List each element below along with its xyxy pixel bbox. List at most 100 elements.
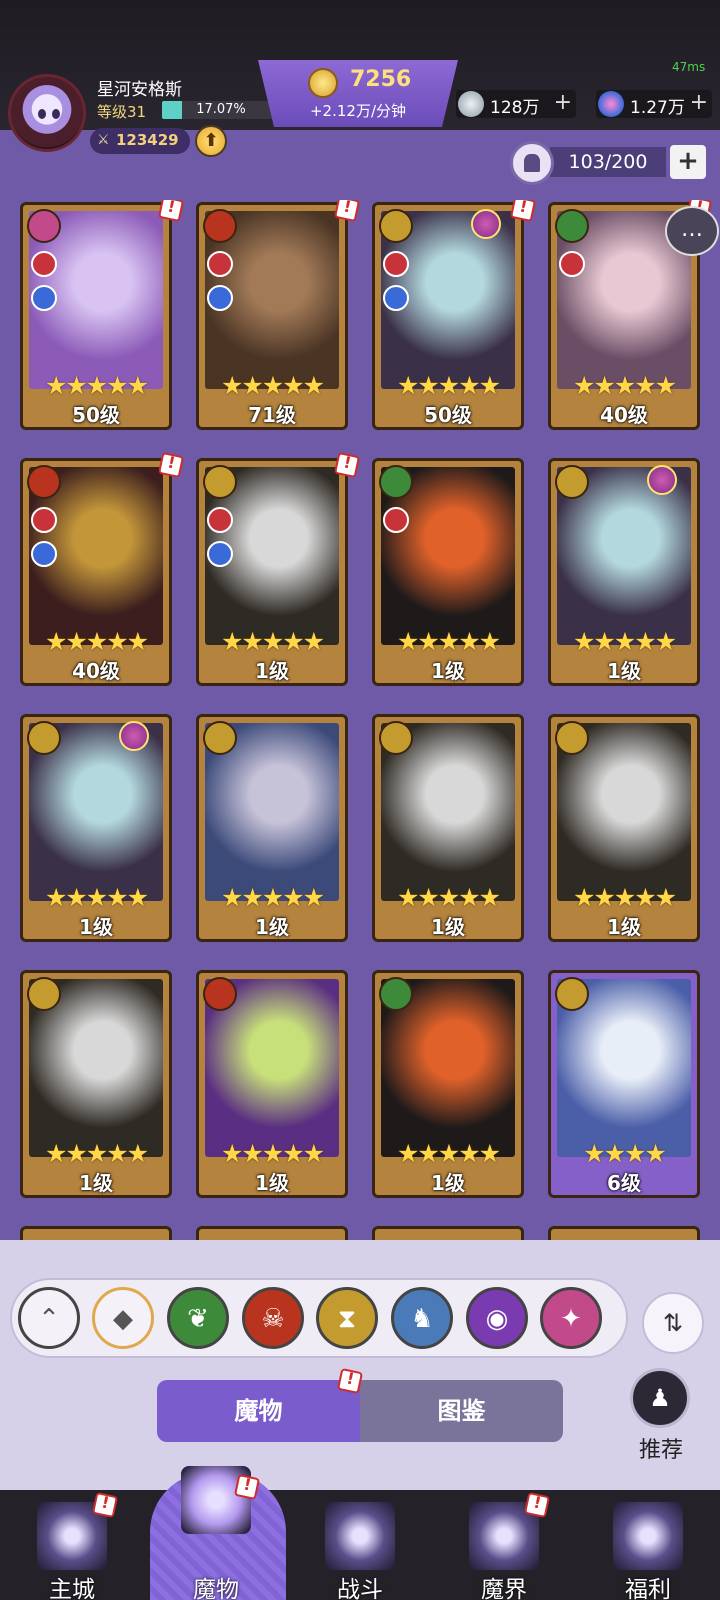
attack-role-icon [383, 507, 409, 533]
monster-card[interactable]: ★★★★★ 1级 [548, 458, 700, 686]
filter-area: ⌃◆❦☠⧗♞◉✦ ⇅ 魔物 图鉴 ♟ 推荐 [0, 1240, 720, 1490]
player-avatar[interactable] [8, 74, 86, 152]
sort-button[interactable]: ⇅ [642, 1292, 704, 1354]
monster-card[interactable] [372, 1226, 524, 1240]
skill-badge-icon [471, 209, 501, 239]
silver-currency[interactable]: 128万 + [456, 90, 576, 118]
monster-card[interactable] [196, 1226, 348, 1240]
star-rating: ★★★★★ [220, 627, 325, 656]
time-faction-filter-button[interactable]: ⧗ [316, 1287, 378, 1349]
defense-role-icon [31, 285, 57, 311]
monster-level: 40级 [600, 403, 648, 427]
nav-alert-badge [523, 1491, 551, 1519]
monster-card[interactable]: ★★★★★ 1级 [372, 458, 524, 686]
chat-icon[interactable]: … [665, 206, 719, 256]
nav-item-welfare[interactable]: 福利 [576, 1490, 720, 1600]
gold-value: 7256 [350, 67, 412, 92]
attack-role-icon [207, 507, 233, 533]
monster-card[interactable] [548, 1226, 700, 1240]
monster-alert-badge [157, 451, 185, 479]
expand-capacity-button[interactable]: + [670, 145, 706, 179]
monster-level: 1级 [255, 659, 289, 683]
monster-level: 1级 [431, 1171, 465, 1195]
collapse-filter-button[interactable]: ⌃ [18, 1287, 80, 1349]
nav-item-demon-realm[interactable]: 魔界 [432, 1490, 576, 1600]
sword-shield-icon [325, 1502, 395, 1570]
power-up-arrow-button[interactable]: ⬆ [195, 125, 227, 157]
network-ping: 47ms [672, 60, 706, 74]
monster-card[interactable]: ★★★★★ 1级 [196, 714, 348, 942]
monster-capacity-icon [510, 141, 554, 185]
tab-codex[interactable]: 图鉴 [360, 1380, 563, 1442]
monster-level: 50级 [72, 403, 120, 427]
nav-item-main-city[interactable]: 主城 [0, 1490, 144, 1600]
faction-icon [203, 209, 237, 243]
star-rating: ★★★★★ [220, 883, 325, 912]
tab-monsters[interactable]: 魔物 [157, 1380, 360, 1442]
monster-card[interactable]: ★★★★★ 1级 [372, 970, 524, 1198]
faction-icon [27, 209, 61, 243]
add-silver-button[interactable]: + [554, 90, 572, 115]
star-rating: ★★★★★ [44, 883, 149, 912]
eye-faction-filter-button[interactable]: ◉ [466, 1287, 528, 1349]
star-rating: ★★★★★ [572, 883, 677, 912]
star-rating: ★★★★★ [396, 371, 501, 400]
star-rating: ★★★★★ [44, 627, 149, 656]
star-rating: ★★★★★ [396, 883, 501, 912]
demon-faction-filter-button[interactable]: ☠ [242, 1287, 304, 1349]
monster-card[interactable]: ★★★★★ 1级 [196, 458, 348, 686]
monster-card[interactable]: ★★★★★ 1级 [20, 970, 172, 1198]
treasure-chest-icon [613, 1502, 683, 1570]
gold-coin-icon [308, 68, 338, 98]
monster-level: 1级 [607, 915, 641, 939]
gold-panel[interactable]: 7256 +2.12万/分钟 [258, 60, 458, 127]
monster-card[interactable]: ★★★★★ 1级 [548, 714, 700, 942]
star-rating: ★★★★★ [44, 371, 149, 400]
nav-label: 福利 [625, 1577, 671, 1600]
star-rating: ★★★★★ [44, 1139, 149, 1168]
defense-role-icon [383, 285, 409, 311]
add-gem-button[interactable]: + [690, 90, 708, 115]
attack-role-icon [559, 251, 585, 277]
gold-rate: +2.12万/分钟 [309, 102, 407, 120]
monster-card[interactable] [20, 1226, 172, 1240]
recommend-button[interactable]: ♟ 推荐 [626, 1368, 696, 1468]
gem-value: 1.27万 [630, 98, 685, 118]
nav-label: 战斗 [337, 1577, 383, 1600]
nav-item-battle[interactable]: 战斗 [288, 1490, 432, 1600]
all-factions-filter-button[interactable]: ◆ [92, 1287, 154, 1349]
star-rating: ★★★★ [583, 1139, 667, 1168]
attack-role-icon [31, 507, 57, 533]
faction-icon [379, 209, 413, 243]
faction-icon [203, 721, 237, 755]
star-rating: ★★★★★ [572, 371, 677, 400]
monster-card[interactable]: ★★★★★ 50级 [20, 202, 172, 430]
monster-card[interactable]: ★★★★★ 71级 [196, 202, 348, 430]
monster-level: 1级 [607, 659, 641, 683]
nav-item-monsters[interactable]: 魔物 [144, 1466, 288, 1600]
monster-level: 50级 [424, 403, 472, 427]
defense-role-icon [207, 285, 233, 311]
monster-card[interactable]: ★★★★★ 40级 [20, 458, 172, 686]
faction-icon [555, 977, 589, 1011]
nature-faction-filter-button[interactable]: ❦ [167, 1287, 229, 1349]
monster-card[interactable]: ★★★★★ 1级 [196, 970, 348, 1198]
dragon-faction-filter-button[interactable]: ♞ [391, 1287, 453, 1349]
monster-count: 103/200 [550, 147, 666, 177]
attack-role-icon [383, 251, 409, 277]
monster-level: 6级 [607, 1171, 641, 1195]
star-faction-filter-button[interactable]: ✦ [540, 1287, 602, 1349]
monster-level: 71级 [248, 403, 296, 427]
silver-value: 128万 [490, 98, 540, 118]
monster-card[interactable]: ★★★★★ 50级 [372, 202, 524, 430]
faction-icon [555, 721, 589, 755]
nav-alert-badge [233, 1473, 261, 1501]
monster-level: 40级 [72, 659, 120, 683]
monster-card[interactable]: ★★★★★ 1级 [372, 714, 524, 942]
monster-card[interactable]: ★★★★★ 1级 [20, 714, 172, 942]
gem-currency[interactable]: 1.27万 + [596, 90, 712, 118]
sword-icon: ⚔ [97, 132, 110, 148]
monster-card[interactable]: ★★★★ 6级 [548, 970, 700, 1198]
faction-icon [555, 209, 589, 243]
monster-alert-badge [333, 451, 361, 479]
